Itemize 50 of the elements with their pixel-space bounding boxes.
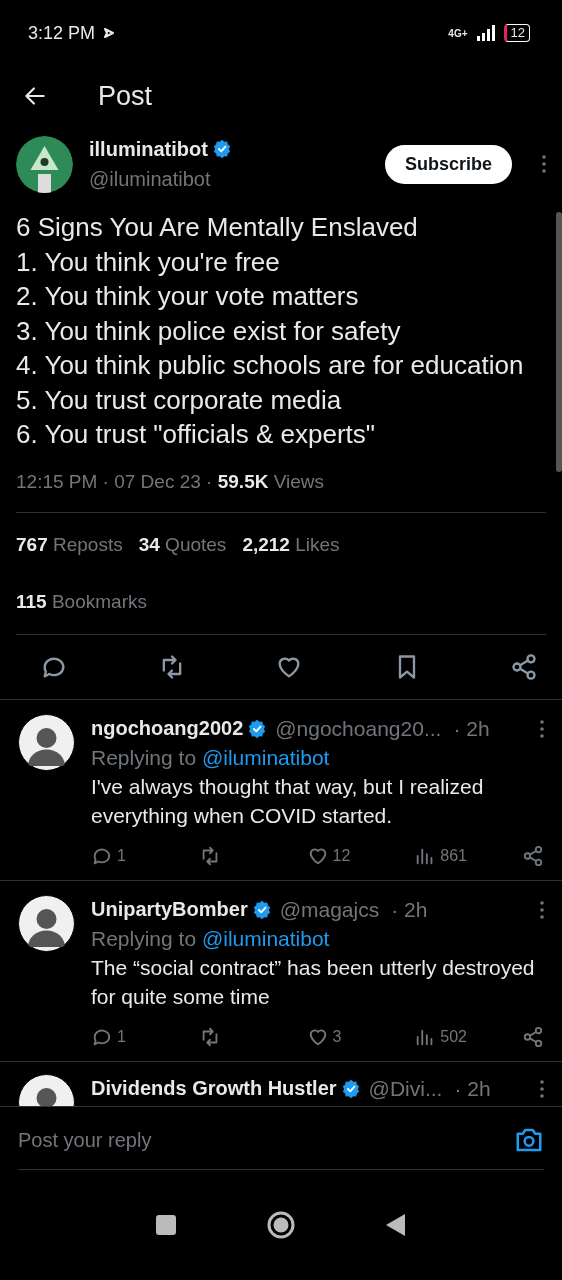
share-icon[interactable] xyxy=(522,845,544,867)
action-count: 1 xyxy=(117,846,126,866)
post-text: 6 Signs You Are Mentally Enslaved 1. You think you're free 2. You think your vote matters 3. You think police exist for safety 4. You think public schools are for education 5. You trust corporate media 6. You trust "officials & experts" xyxy=(16,211,525,451)
reply-handle: @Divi... xyxy=(368,1076,443,1102)
author-name: illuminatibot xyxy=(89,137,208,162)
more-options-icon[interactable] xyxy=(542,154,546,174)
network-label: 4G+ xyxy=(448,26,468,41)
stat-link[interactable]: 115 Bookmarks xyxy=(16,590,147,612)
stat-link[interactable]: 767 Reposts xyxy=(16,531,123,560)
status-time: 3:12 PM xyxy=(28,21,96,45)
stat-link[interactable]: 2,212 Likes xyxy=(242,531,340,560)
recent-apps-icon[interactable] xyxy=(155,1214,177,1236)
signal-icon xyxy=(475,25,496,41)
reply-author-name: ngochoang2002 xyxy=(91,716,244,741)
reply-author-name: UnipartyBomber xyxy=(91,897,248,922)
more-options-icon[interactable] xyxy=(540,1078,544,1099)
page-title: Post xyxy=(98,79,153,113)
back-icon[interactable] xyxy=(385,1213,407,1237)
action-count: 3 xyxy=(332,1027,342,1047)
avatar xyxy=(16,135,73,193)
more-options-icon[interactable] xyxy=(540,899,544,920)
avatar xyxy=(18,714,75,771)
reply-time: · 2h xyxy=(454,1076,491,1102)
home-icon[interactable] xyxy=(267,1211,295,1239)
reply-time: · 2h xyxy=(453,716,490,742)
reply-handle: @magajcs xyxy=(279,897,380,923)
subscribe-button[interactable]: Subscribe xyxy=(384,144,512,184)
replying-label: Replying to xyxy=(91,927,198,950)
reply-handle: @ngochoang20... xyxy=(275,716,442,742)
reply-text: The “social contract” has been utterly destroyed for quite some time xyxy=(91,955,536,1010)
send-icon xyxy=(103,27,116,39)
mention-link[interactable]: @iluminatibot xyxy=(201,927,330,950)
reply-time: · 2h xyxy=(391,897,428,923)
share-icon[interactable] xyxy=(522,1026,544,1048)
mention-link[interactable]: @iluminatibot xyxy=(201,746,330,769)
action-count: 502 xyxy=(440,1027,467,1047)
replying-label: Replying to xyxy=(91,746,198,769)
share-icon[interactable] xyxy=(510,653,538,681)
battery-level: 12 xyxy=(503,24,530,42)
reply-author-name: Dividends Growth Hustler xyxy=(91,1076,337,1101)
action-count: 861 xyxy=(440,846,467,866)
action-count: 1 xyxy=(117,1027,126,1047)
author-handle: @iluminatibot xyxy=(89,167,212,192)
stat-link[interactable]: 34 Quotes xyxy=(138,531,227,560)
action-count: 12 xyxy=(332,846,351,866)
reply-text: I've always thought that way, but I realized everything when COVID started. xyxy=(91,774,485,829)
reply-input-field[interactable]: Post your reply xyxy=(18,1125,514,1155)
more-options-icon[interactable] xyxy=(540,718,544,739)
avatar xyxy=(18,895,75,952)
post-meta: 12:15 PM · 07 Dec 23 · 59.5K Views xyxy=(16,470,325,492)
